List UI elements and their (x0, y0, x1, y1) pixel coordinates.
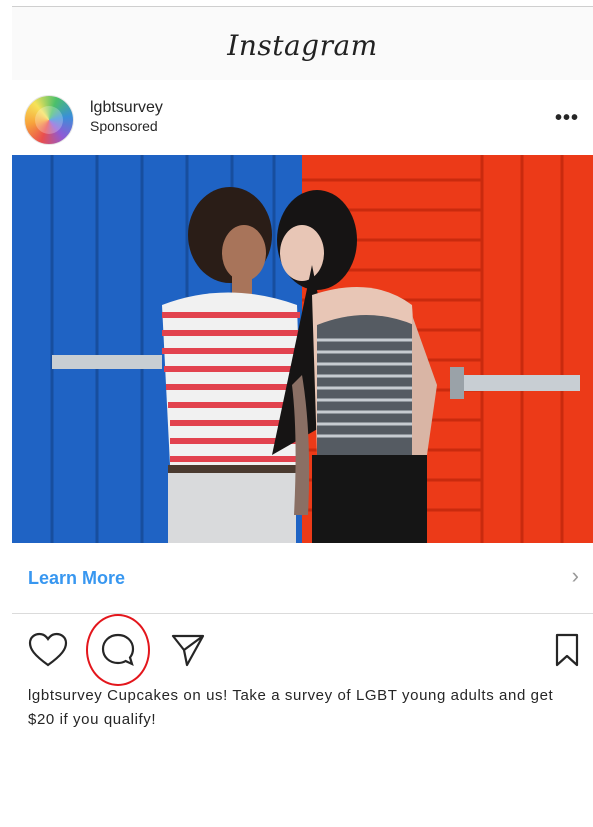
learn-more-bar[interactable]: Learn More › (12, 543, 593, 614)
learn-more-link[interactable]: Learn More (28, 568, 125, 589)
caption-text: Cupcakes on us! Take a survey of LGBT yo… (28, 687, 554, 728)
post-actions (12, 614, 593, 686)
post-photo[interactable] (12, 155, 593, 543)
instagram-logo[interactable]: Instagram (12, 29, 593, 62)
chevron-right-icon[interactable]: › (572, 563, 579, 589)
share-icon[interactable] (170, 632, 206, 673)
sponsored-label: Sponsored (90, 118, 158, 134)
bookmark-icon[interactable] (553, 632, 581, 673)
more-options-icon[interactable]: ••• (555, 107, 579, 130)
post-header: lgbtsurvey Sponsored ••• (12, 80, 593, 155)
highlight-annotation-circle (86, 614, 150, 686)
caption-username[interactable]: lgbtsurvey (28, 687, 102, 704)
avatar[interactable] (24, 95, 74, 145)
post-caption: lgbtsurvey Cupcakes on us! Take a survey… (28, 684, 558, 732)
app-header: Instagram (12, 7, 593, 81)
post-username[interactable]: lgbtsurvey (90, 99, 163, 117)
heart-icon[interactable] (28, 632, 68, 673)
